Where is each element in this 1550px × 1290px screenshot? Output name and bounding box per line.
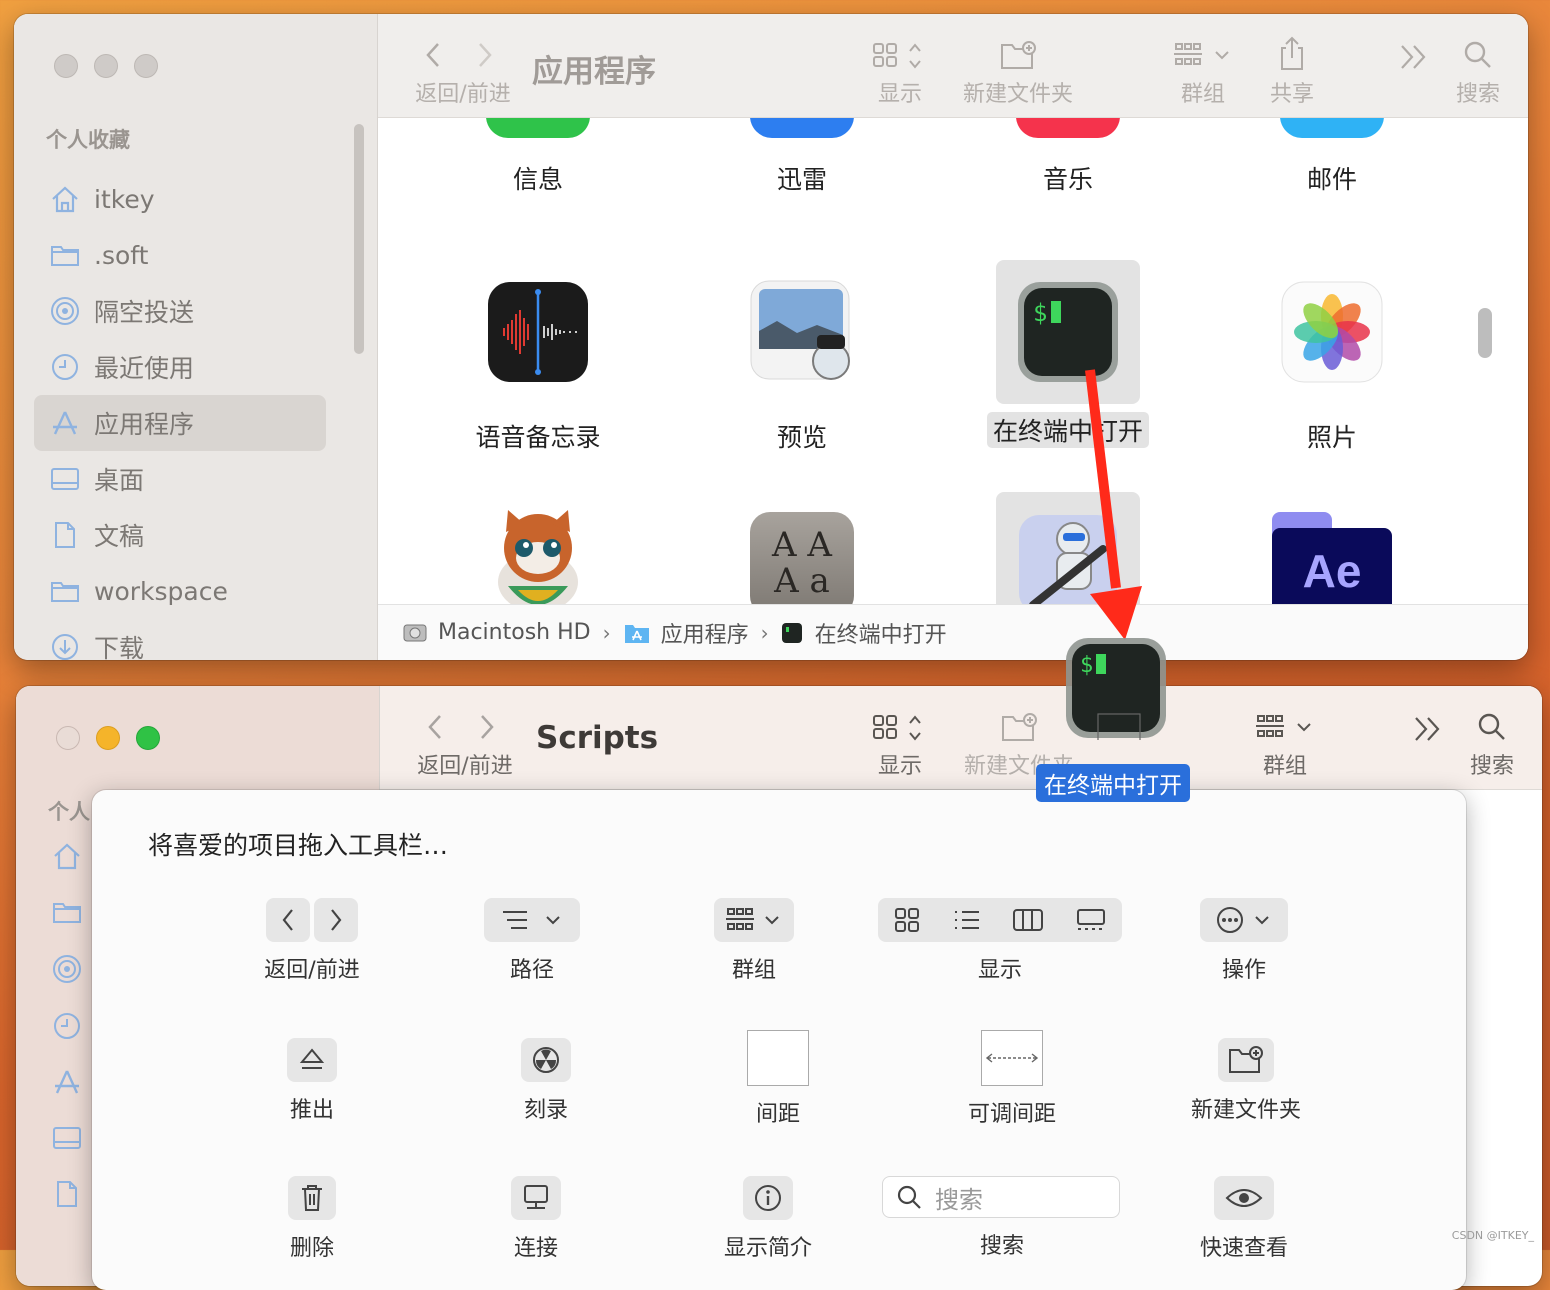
watermark-text: CSDN @ITKEY_ — [1451, 1229, 1534, 1242]
drag-arrow — [1085, 369, 1142, 640]
dragged-item-label: 在终端中打开 — [1036, 764, 1190, 802]
terminal-prompt: $ — [1080, 653, 1093, 678]
terminal-icon: $ — [1066, 638, 1166, 757]
dragged-terminal-icon[interactable]: $ — [1064, 636, 1168, 757]
